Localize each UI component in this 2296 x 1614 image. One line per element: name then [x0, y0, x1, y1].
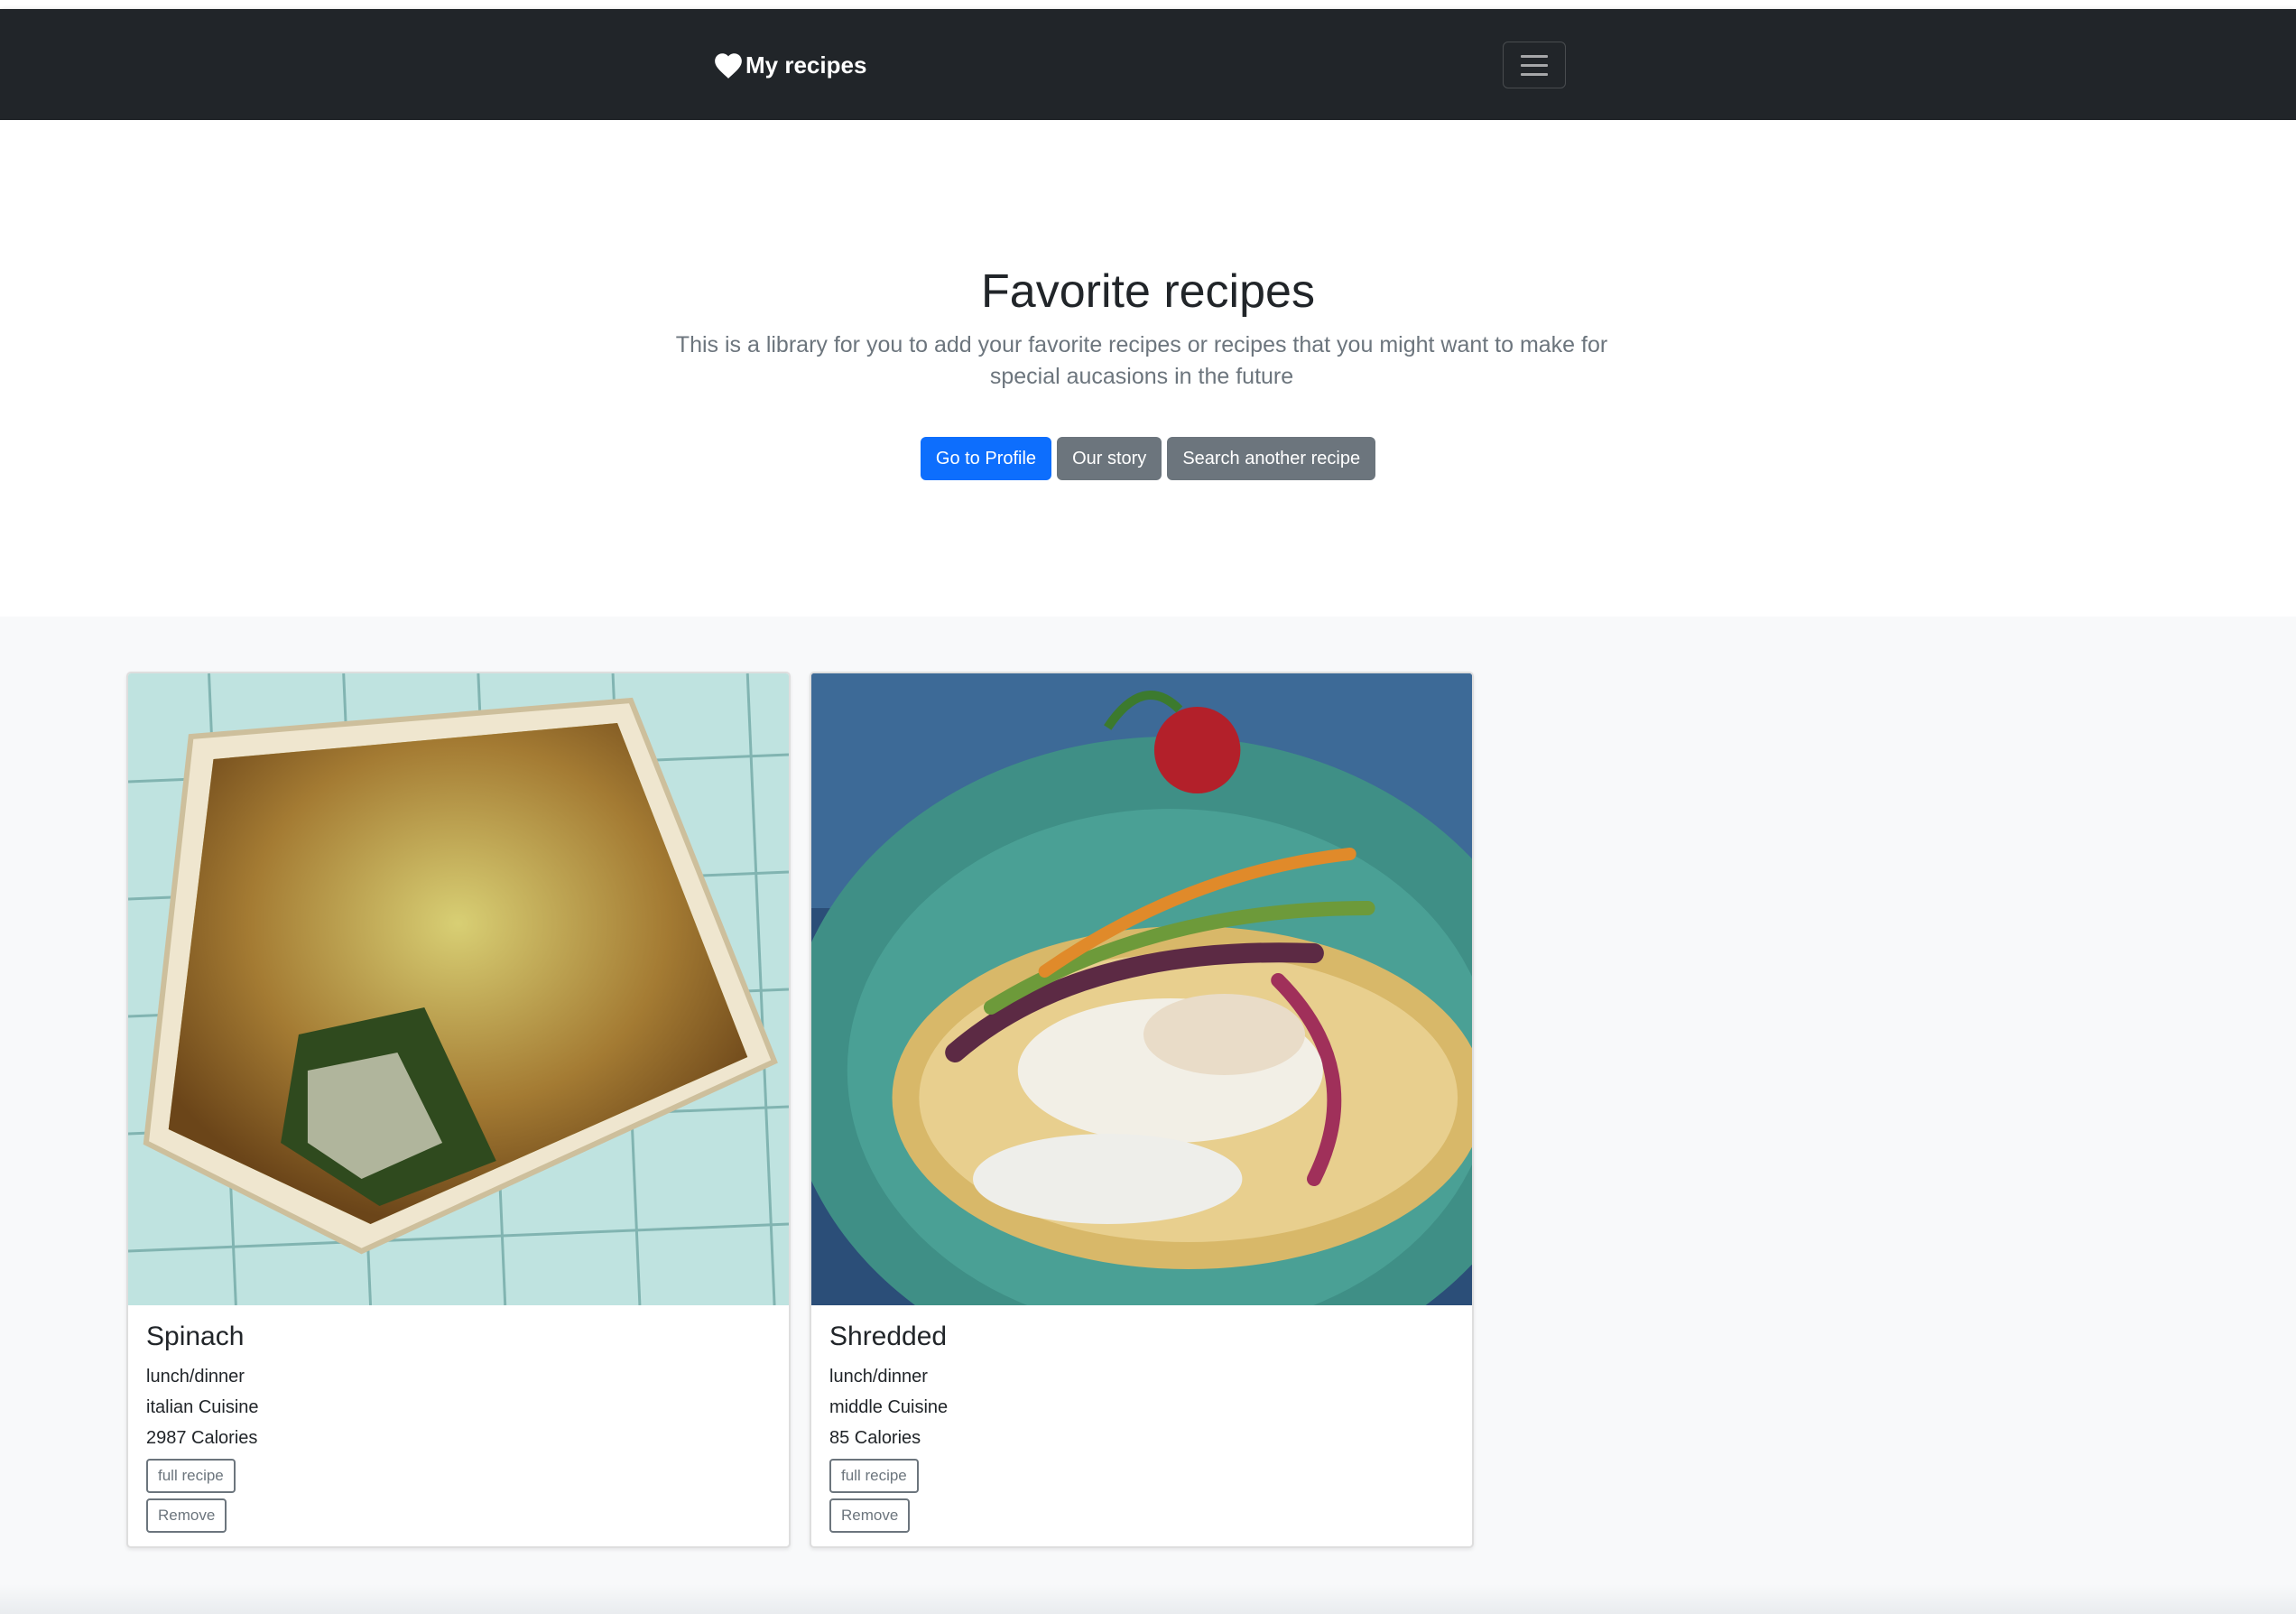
remove-button[interactable]: Remove — [146, 1498, 227, 1533]
card-body: Spinach lunch/dinner italian Cuisine 298… — [128, 1305, 789, 1546]
full-recipe-button[interactable]: full recipe — [146, 1459, 236, 1493]
full-recipe-button[interactable]: full recipe — [829, 1459, 919, 1493]
brand-link[interactable]: My recipes — [713, 51, 866, 79]
recipe-image — [128, 673, 789, 1305]
recipe-card: Spinach lunch/dinner italian Cuisine 298… — [126, 672, 791, 1548]
recipe-calories: 85 Calories — [829, 1428, 921, 1448]
hero-buttons: Go to Profile Our story Search another r… — [0, 437, 2296, 480]
hero-description: This is a library for you to add your fa… — [675, 332, 1608, 389]
go-to-profile-button[interactable]: Go to Profile — [920, 437, 1052, 480]
recipe-cuisine: italian Cuisine — [146, 1397, 259, 1417]
search-another-recipe-button[interactable]: Search another recipe — [1167, 437, 1376, 480]
hamburger-icon — [1521, 63, 1548, 67]
recipe-album: Spinach lunch/dinner italian Cuisine 298… — [0, 617, 2296, 1614]
our-story-button[interactable]: Our story — [1057, 437, 1162, 480]
hero-section: Favorite recipes This is a library for y… — [0, 120, 2296, 617]
hamburger-icon — [1521, 72, 1548, 76]
navbar-toggler-button[interactable] — [1503, 42, 1566, 88]
heart-icon — [715, 53, 742, 79]
recipe-calories: 2987 Calories — [146, 1428, 258, 1448]
recipe-image — [811, 673, 1472, 1305]
recipe-card: Shredded lunch/dinner middle Cuisine 85 … — [810, 672, 1474, 1548]
page-bottom-shade — [0, 1584, 2296, 1614]
recipe-cuisine: middle Cuisine — [829, 1397, 949, 1417]
brand-label: My recipes — [745, 51, 867, 79]
navbar: My recipes — [0, 9, 2296, 120]
recipe-title: Shredded — [829, 1322, 948, 1351]
page-title: Favorite recipes — [981, 265, 1315, 318]
card-body: Shredded lunch/dinner middle Cuisine 85 … — [811, 1305, 1472, 1546]
hamburger-icon — [1521, 54, 1548, 58]
recipe-title: Spinach — [146, 1322, 245, 1351]
remove-button[interactable]: Remove — [829, 1498, 911, 1533]
recipe-meal-type: lunch/dinner — [829, 1367, 928, 1387]
recipe-meal-type: lunch/dinner — [146, 1367, 245, 1387]
